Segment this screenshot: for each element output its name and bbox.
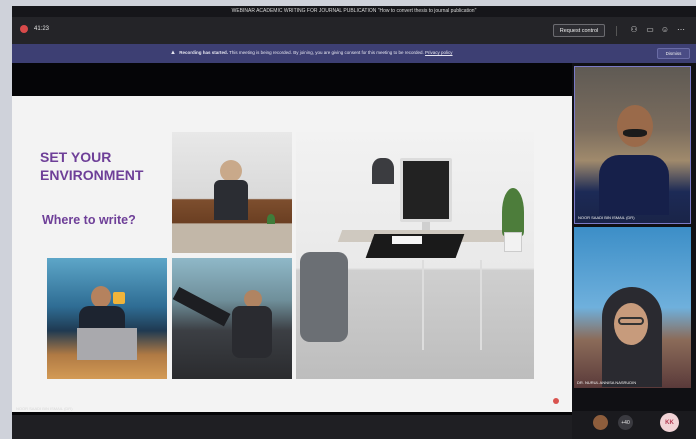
more-options-icon[interactable]: ⋯ — [676, 25, 686, 35]
photo-man-relaxing-at-desk — [172, 132, 292, 253]
recording-indicator — [553, 398, 559, 404]
dismiss-button[interactable]: Dismiss — [657, 48, 690, 59]
presentation-slide: SET YOUR ENVIRONMENT Where to write? — [12, 96, 572, 412]
desktop-background: WEBINAR ACADEMIC WRITING FOR JOURNAL PUB… — [0, 0, 696, 439]
participant-name-label: NOOR SAADI BIN ISMAIL (DR) — [578, 215, 635, 220]
shared-screen: SET YOUR ENVIRONMENT Where to write? NOO… — [12, 63, 572, 415]
recording-banner-title: Recording has started. — [179, 50, 228, 55]
recording-banner: ▲ Recording has started. This meeting is… — [12, 44, 696, 63]
meeting-timer: 41:23 — [34, 26, 50, 32]
presenter-label: NOOR SAADI BIN ISMAIL (DR) — [16, 406, 73, 411]
photo-man-feet-on-desk — [172, 258, 292, 379]
participant-video-pane: NOOR SAADI BIN ISMAIL (DR) DR. NURUL ANN… — [572, 63, 696, 439]
participants-icon[interactable]: ⚇ — [629, 25, 639, 35]
request-control-button[interactable]: Request control — [553, 24, 605, 37]
more-participants-button[interactable]: +40 — [618, 415, 633, 430]
window-title: WEBINAR ACADEMIC WRITING FOR JOURNAL PUB… — [12, 6, 696, 17]
participant-video-tile[interactable]: DR. NURUL ANNISA NASRUDIN — [574, 227, 691, 388]
privacy-policy-link[interactable]: Privacy policy — [425, 50, 453, 55]
recording-banner-text: This meeting is being recorded. By joini… — [229, 50, 424, 55]
participant-overflow-bar: +40 KK — [572, 411, 696, 439]
warning-icon: ▲ — [170, 50, 176, 56]
participant-video-tile[interactable]: NOOR SAADI BIN ISMAIL (DR) — [574, 66, 691, 224]
slide-subtitle: Where to write? — [42, 213, 136, 227]
teams-meeting-window: WEBINAR ACADEMIC WRITING FOR JOURNAL PUB… — [12, 6, 696, 439]
photo-man-drinking-coffee — [47, 258, 167, 379]
toolbar-divider — [616, 26, 617, 36]
participant-name-label: DR. NURUL ANNISA NASRUDIN — [577, 380, 637, 385]
slide-title: SET YOUR ENVIRONMENT — [40, 149, 144, 183]
participant-face — [617, 105, 653, 147]
meeting-controls-bar: 41:23 Request control ⚇ ▭ ☺ ⋯ — [12, 17, 696, 44]
user-avatar[interactable]: KK — [660, 413, 679, 432]
photo-desk-with-computer — [296, 132, 534, 379]
shield-icon — [20, 25, 28, 33]
reactions-icon[interactable]: ☺ — [660, 25, 670, 35]
participant-avatar[interactable] — [593, 415, 608, 430]
chat-icon[interactable]: ▭ — [645, 25, 655, 35]
